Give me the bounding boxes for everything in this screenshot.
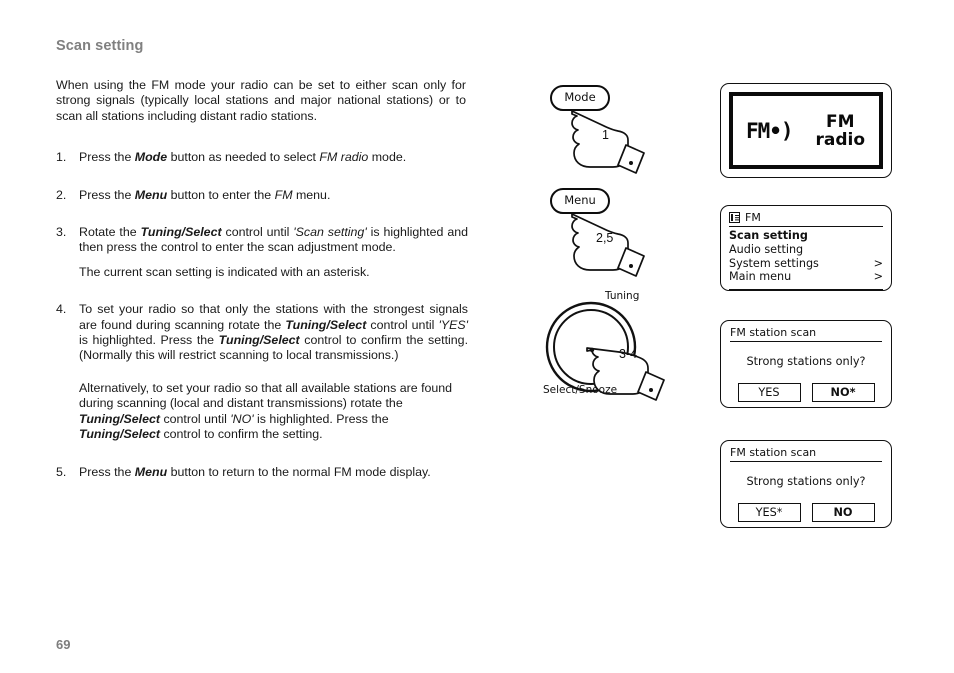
fm-radio-line2: radio	[815, 129, 865, 150]
fm-radio-text: FM radio	[815, 113, 865, 149]
mode-button[interactable]: Mode	[550, 85, 610, 111]
menu-item[interactable]: Audio setting	[729, 243, 883, 257]
menu-title-bar: FM	[729, 211, 883, 227]
menu-divider	[729, 289, 883, 291]
scan-no-button[interactable]: NO	[811, 503, 875, 522]
step-text: Press the Menu button to return to the n…	[79, 464, 431, 479]
lcd-menu-display: FM Scan setting Audio setting System setti…	[720, 205, 892, 291]
menu-item[interactable]: System settings >	[729, 257, 883, 271]
select-snooze-label: Select/Snooze	[543, 384, 618, 396]
step-subtext: Alternatively, to set your radio so that…	[79, 380, 453, 442]
step-text: To set your radio so that only the stati…	[79, 302, 469, 363]
step-number: 1.	[56, 150, 67, 165]
step-subtext: The current scan setting is indicated wi…	[79, 264, 370, 279]
menu-item-label: Scan setting	[729, 229, 808, 242]
scan-dialog-title: FM station scan	[730, 326, 882, 342]
mode-button-illustration: Mode 1	[550, 85, 660, 175]
chevron-right-icon: >	[873, 270, 883, 284]
step-text: Rotate the Tuning/Select control until '…	[79, 225, 469, 255]
step-number: 5.	[56, 464, 67, 479]
step-item: 5. Press the Menu button to return to the…	[56, 465, 468, 480]
scan-yes-button[interactable]: YES	[737, 383, 801, 402]
step-text: Press the Mode button as needed to selec…	[79, 150, 407, 165]
step-text: Press the Menu button to enter the FM me…	[79, 187, 331, 202]
tuning-knob-illustration: Tuning Select/Snooze 3-4	[543, 290, 673, 401]
lcd-screen-area: FM•) FM radio	[729, 92, 883, 169]
menu-items-list: Scan setting Audio setting System settings…	[729, 229, 883, 284]
scan-dialog-question: Strong stations only?	[746, 355, 866, 368]
step-number: 2.	[56, 187, 67, 202]
instruction-column: Scan setting When using the FM mode your…	[56, 38, 468, 502]
menu-item-label: System settings	[729, 256, 819, 270]
menu-item[interactable]: Scan setting	[729, 229, 883, 243]
chevron-right-icon: >	[873, 256, 883, 270]
menu-item[interactable]: Main menu >	[729, 270, 883, 284]
step-item: 4. To set your radio so that only the sta…	[56, 302, 468, 442]
fm-signal-icon: FM•)	[746, 118, 794, 143]
menu-step-number: 2,5	[596, 231, 614, 245]
page-number: 69	[56, 637, 71, 652]
lcd-scan-dialog-no: FM station scan Strong stations only? YE…	[720, 320, 892, 408]
mode-step-number: 1	[602, 128, 609, 142]
tuning-step-number: 3-4	[619, 347, 638, 361]
page-title: Scan setting	[56, 38, 144, 54]
steps-list: 1. Press the Mode button as needed to sel…	[56, 150, 468, 480]
list-menu-icon	[729, 212, 740, 223]
scan-dialog-title: FM station scan	[730, 446, 882, 462]
scan-dialog-buttons: YES NO*	[730, 383, 882, 402]
step-number: 3.	[56, 225, 67, 240]
menu-item-label: Main menu	[729, 270, 792, 284]
menu-button[interactable]: Menu	[550, 188, 610, 214]
scan-dialog-question: Strong stations only?	[746, 475, 866, 488]
pointing-hand-icon	[586, 347, 665, 401]
lcd-mode-display: FM•) FM radio	[720, 83, 892, 178]
scan-dialog-buttons: YES* NO	[730, 503, 882, 522]
tuning-label: Tuning	[605, 290, 640, 302]
menu-button-illustration: Menu 2,5	[550, 188, 660, 278]
step-item: 2. Press the Menu button to enter the FM …	[56, 188, 468, 203]
menu-item-label: Audio setting	[729, 242, 804, 256]
intro-paragraph: When using the FM mode your radio can be…	[56, 78, 466, 123]
fm-radio-line1: FM	[825, 111, 855, 132]
step-item: 1. Press the Mode button as needed to sel…	[56, 150, 468, 165]
scan-yes-button[interactable]: YES*	[737, 503, 801, 522]
step-item: 3. Rotate the Tuning/Select control until…	[56, 225, 468, 280]
menu-title-label: FM	[745, 211, 761, 224]
scan-no-button[interactable]: NO*	[811, 383, 875, 402]
lcd-scan-dialog-yes: FM station scan Strong stations only? YE…	[720, 440, 892, 528]
step-number: 4.	[56, 302, 67, 317]
